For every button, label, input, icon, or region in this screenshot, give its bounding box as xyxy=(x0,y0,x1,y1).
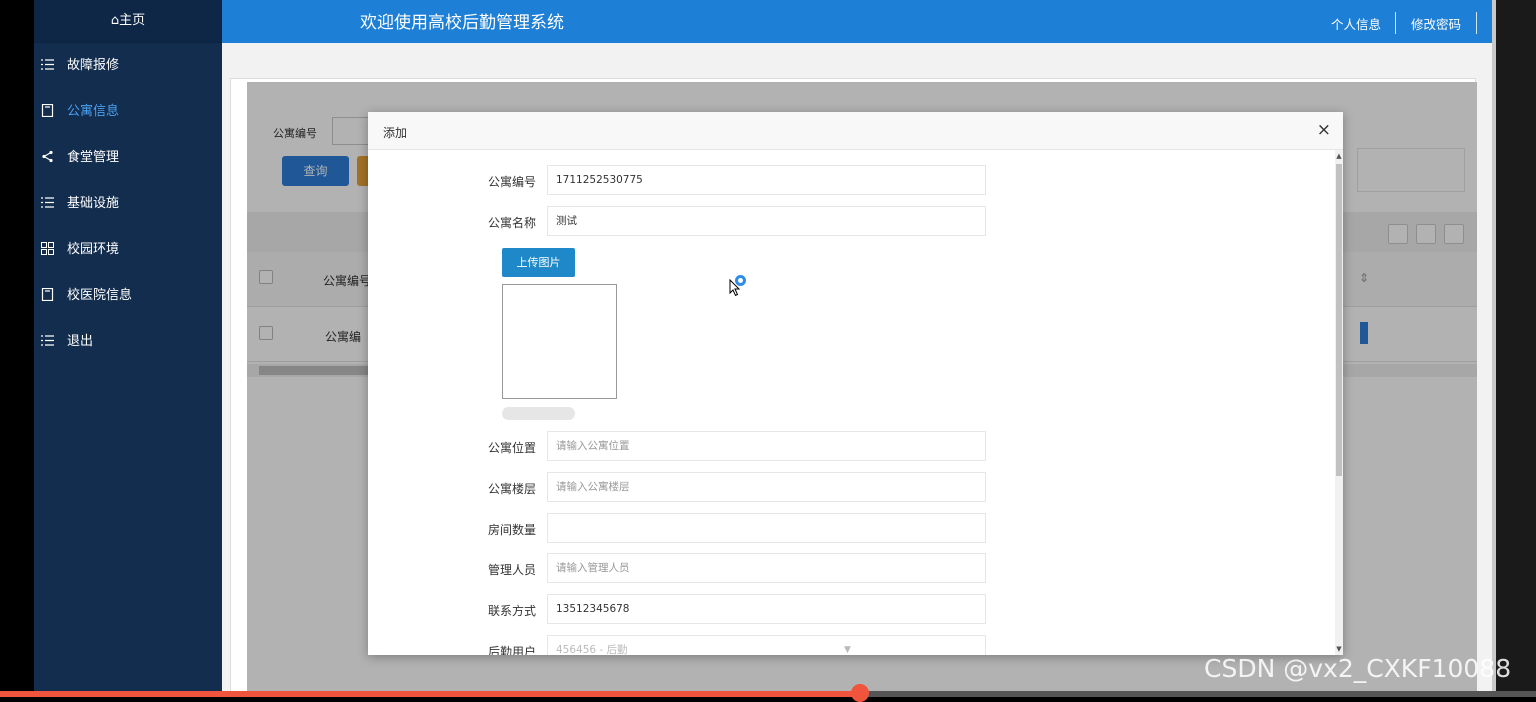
room-count-input[interactable] xyxy=(547,513,986,543)
book-icon xyxy=(41,288,54,301)
sidebar-item-label: 校园环境 xyxy=(67,242,120,257)
sidebar-item-apartment[interactable]: 公寓信息 xyxy=(34,89,222,135)
header-divider xyxy=(1476,12,1477,34)
sidebar-item-hospital[interactable]: 校医院信息 xyxy=(34,273,222,319)
sidebar-item-repair[interactable]: 故障报修 xyxy=(34,43,222,89)
sidebar-item-label: 公寓信息 xyxy=(67,104,120,119)
close-icon[interactable]: × xyxy=(1317,120,1331,140)
book-icon xyxy=(41,104,54,117)
sidebar-item-canteen[interactable]: 食堂管理 xyxy=(34,135,222,181)
apartment-location-input[interactable]: 请输入公寓位置 xyxy=(547,431,986,461)
list-icon xyxy=(41,335,54,346)
field-label: 公寓名称 xyxy=(487,216,536,230)
header-divider xyxy=(1395,12,1396,34)
video-progress-bar[interactable] xyxy=(0,684,1536,702)
side-strip xyxy=(1496,0,1536,697)
sidebar-item-logout[interactable]: 退出 xyxy=(34,319,222,365)
video-seek-handle[interactable] xyxy=(851,684,870,702)
field-label: 管理人员 xyxy=(487,563,536,577)
chevron-down-icon: ▼ xyxy=(844,645,851,655)
sidebar-item-label: 基础设施 xyxy=(67,196,120,211)
list-icon xyxy=(41,197,54,208)
video-progress-fill xyxy=(0,691,861,697)
upload-image-button[interactable]: 上传图片 xyxy=(502,248,575,277)
image-preview xyxy=(502,284,617,399)
field-label: 公寓位置 xyxy=(487,441,536,455)
grid-icon xyxy=(41,242,54,255)
list-icon xyxy=(41,59,54,70)
sidebar-item-label: 食堂管理 xyxy=(67,150,120,165)
upload-progress xyxy=(502,407,575,420)
scrollbar-thumb[interactable] xyxy=(1336,164,1342,476)
loading-spinner-icon xyxy=(735,275,746,286)
app-window: ⌂主页 故障报修 公寓信息 食堂管理 基础设施 校园环境 校医院信息 退出 欢迎… xyxy=(34,0,1496,697)
sidebar-item-campus[interactable]: 校园环境 xyxy=(34,227,222,273)
contact-input[interactable]: 13512345678 xyxy=(547,594,986,624)
apartment-name-input[interactable]: 测试 xyxy=(547,206,986,236)
personal-info-link[interactable]: 个人信息 xyxy=(1331,14,1381,33)
dialog-header: 添加 × xyxy=(368,112,1343,150)
sidebar-item-infrastructure[interactable]: 基础设施 xyxy=(34,181,222,227)
change-password-link[interactable]: 修改密码 xyxy=(1411,14,1461,33)
watermark: CSDN @vx2_CXKF10088 xyxy=(1204,654,1512,683)
sidebar-item-label: 故障报修 xyxy=(67,58,120,73)
scroll-down-icon[interactable]: ▼ xyxy=(1335,645,1343,653)
apartment-floor-input[interactable]: 请输入公寓楼层 xyxy=(547,472,986,502)
field-label: 联系方式 xyxy=(487,604,536,618)
field-label: 公寓编号 xyxy=(487,175,536,189)
manager-input[interactable]: 请输入管理人员 xyxy=(547,553,986,583)
sidebar: ⌂主页 故障报修 公寓信息 食堂管理 基础设施 校园环境 校医院信息 退出 xyxy=(34,0,222,697)
sidebar-item-label: 退出 xyxy=(67,334,94,349)
top-header: 欢迎使用高校后勤管理系统 个人信息 修改密码 xyxy=(222,0,1492,43)
share-icon xyxy=(42,150,53,163)
scroll-up-icon[interactable]: ▲ xyxy=(1335,152,1343,160)
field-label: 房间数量 xyxy=(487,523,536,537)
field-label: 公寓楼层 xyxy=(487,482,536,496)
field-label: 后勤用户 xyxy=(487,645,536,655)
apartment-number-input[interactable]: 1711252530775 xyxy=(547,165,986,195)
home-link[interactable]: ⌂主页 xyxy=(34,0,222,43)
add-dialog: 添加 × 公寓编号 1711252530775 公寓名称 测试 上传图片 公寓位… xyxy=(368,112,1343,655)
dialog-scrollbar[interactable]: ▲ ▼ xyxy=(1335,150,1343,655)
dialog-body: 公寓编号 1711252530775 公寓名称 测试 上传图片 公寓位置 请输入… xyxy=(368,150,1343,655)
sidebar-item-label: 校医院信息 xyxy=(67,288,133,303)
select-value: 456456 - 后勤 xyxy=(556,644,628,655)
logistics-user-select[interactable]: 456456 - 后勤 ▼ xyxy=(547,635,986,655)
page-title: 欢迎使用高校后勤管理系统 xyxy=(360,13,564,33)
dialog-title: 添加 xyxy=(383,126,408,140)
